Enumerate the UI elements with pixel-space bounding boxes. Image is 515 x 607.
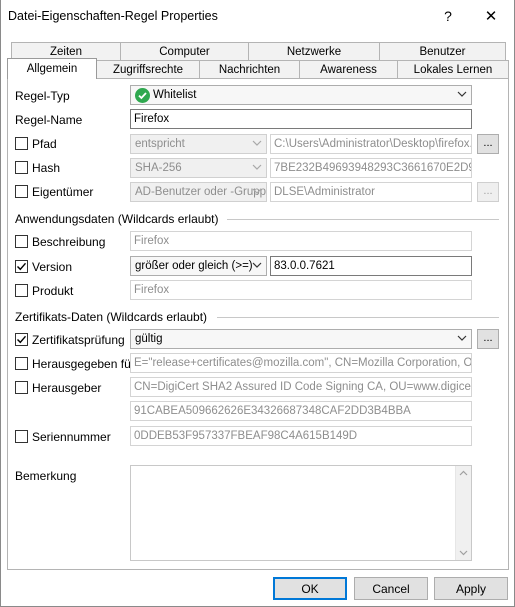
help-icon: ? bbox=[444, 8, 452, 24]
eigentuemer-input[interactable]: DLSE\Administrator bbox=[270, 182, 472, 202]
checkmark-icon bbox=[17, 335, 27, 344]
tab-awareness[interactable]: Awareness bbox=[299, 60, 398, 79]
pfad-label: Pfad bbox=[32, 137, 57, 151]
seriennummer-input[interactable]: 0DDEB53F957337FBEAF98C4A615B149D bbox=[130, 426, 472, 446]
tab-row-bottom: Allgemein Zugriffsrechte Nachrichten Awa… bbox=[7, 58, 509, 79]
ok-button[interactable]: OK bbox=[273, 577, 347, 600]
eigentuemer-checkbox[interactable] bbox=[15, 185, 28, 198]
hash-label: Hash bbox=[32, 161, 61, 175]
close-icon: ✕ bbox=[484, 8, 498, 25]
zertifikatspruefung-select[interactable]: gültig bbox=[130, 329, 472, 349]
eigentuemer-label: Eigentümer bbox=[32, 185, 94, 199]
version-operator-value: größer oder gleich (>=) bbox=[135, 260, 253, 272]
beschreibung-label: Beschreibung bbox=[32, 235, 106, 249]
tab-nachrichten[interactable]: Nachrichten bbox=[199, 60, 300, 79]
thumbprint-input[interactable]: 91CABEA509662626E34326687348CAF2DD3B4BBA bbox=[130, 401, 472, 421]
zertifikatspruefung-checkbox[interactable] bbox=[15, 333, 28, 346]
eigentuemer-type-select[interactable]: AD-Benutzer oder -Gruppe bbox=[130, 182, 267, 202]
beschreibung-input[interactable]: Firefox bbox=[130, 231, 472, 251]
tab-netzwerke[interactable]: Netzwerke bbox=[248, 42, 380, 61]
tab-lokales-lernen[interactable]: Lokales Lernen bbox=[397, 60, 509, 79]
window-title: Datei-Eigenschaften-Regel Properties bbox=[8, 9, 218, 23]
pfad-checkbox[interactable] bbox=[15, 137, 28, 150]
pfad-input[interactable]: C:\Users\Administrator\Desktop\firefox.e… bbox=[270, 134, 472, 154]
seriennummer-label: Seriennummer bbox=[32, 430, 111, 444]
zertifikatspruefung-value: gültig bbox=[135, 333, 163, 345]
bemerkung-textarea[interactable] bbox=[130, 465, 472, 561]
close-button[interactable]: ✕ bbox=[468, 0, 514, 32]
herausgeber-input[interactable]: CN=DigiCert SHA2 Assured ID Code Signing… bbox=[130, 377, 472, 397]
version-input[interactable]: 83.0.0.7621 bbox=[270, 256, 472, 276]
herausgeber-label: Herausgeber bbox=[32, 381, 102, 395]
check-circle-icon bbox=[135, 88, 150, 103]
properties-dialog: Datei-Eigenschaften-Regel Properties ? ✕… bbox=[0, 0, 515, 607]
seriennummer-checkbox[interactable] bbox=[15, 430, 28, 443]
version-label: Version bbox=[32, 260, 73, 274]
herausgegeben-fuer-input[interactable]: E="release+certificates@mozilla.com", CN… bbox=[130, 353, 472, 373]
regel-typ-label: Regel-Typ bbox=[15, 89, 70, 103]
hash-checkbox[interactable] bbox=[15, 161, 28, 174]
scroll-down-icon[interactable] bbox=[459, 550, 468, 556]
herausgegeben-fuer-checkbox[interactable] bbox=[15, 357, 28, 370]
regel-typ-select[interactable]: Whitelist bbox=[130, 85, 472, 105]
chevron-down-icon bbox=[252, 164, 262, 170]
help-button[interactable]: ? bbox=[425, 0, 471, 32]
cancel-button[interactable]: Cancel bbox=[354, 577, 428, 600]
chevron-down-icon bbox=[252, 262, 262, 268]
hash-algorithm-select[interactable]: SHA-256 bbox=[130, 158, 267, 178]
checkmark-icon bbox=[17, 262, 27, 271]
regel-name-input[interactable]: Firefox bbox=[130, 109, 472, 129]
tab-benutzer[interactable]: Benutzer bbox=[379, 42, 506, 61]
chevron-down-icon bbox=[252, 140, 262, 146]
produkt-label: Produkt bbox=[32, 284, 74, 298]
section-divider bbox=[217, 317, 499, 318]
zertifikat-header: Zertifikats-Daten (Wildcards erlaubt) bbox=[15, 310, 208, 324]
eigentuemer-type-value: AD-Benutzer oder -Gruppe bbox=[135, 186, 267, 198]
zertifikat-browse-button[interactable]: ... bbox=[477, 329, 499, 349]
produkt-input[interactable]: Firefox bbox=[130, 280, 472, 300]
hash-algorithm-value: SHA-256 bbox=[135, 162, 182, 174]
beschreibung-checkbox[interactable] bbox=[15, 235, 28, 248]
chevron-down-icon bbox=[457, 335, 467, 341]
tab-allgemein[interactable]: Allgemein bbox=[7, 58, 97, 79]
herausgegeben-fuer-label: Herausgegeben für bbox=[32, 357, 135, 371]
eigentuemer-browse-button[interactable]: ... bbox=[477, 182, 499, 202]
pfad-operator-select[interactable]: entspricht bbox=[130, 134, 267, 154]
zertifikatspruefung-label: Zertifikatsprüfung bbox=[32, 333, 125, 347]
regel-name-label: Regel-Name bbox=[15, 113, 83, 127]
produkt-checkbox[interactable] bbox=[15, 284, 28, 297]
scroll-up-icon[interactable] bbox=[459, 470, 468, 476]
apply-button[interactable]: Apply bbox=[434, 577, 508, 600]
regel-typ-value: Whitelist bbox=[153, 89, 197, 101]
version-operator-select[interactable]: größer oder gleich (>=) bbox=[130, 256, 267, 276]
chevron-down-icon bbox=[457, 91, 467, 97]
chevron-down-icon bbox=[252, 188, 262, 194]
herausgeber-checkbox[interactable] bbox=[15, 381, 28, 394]
hash-input[interactable]: 7BE232B49693948293C3661670E2D93B bbox=[270, 158, 472, 178]
section-divider bbox=[227, 219, 499, 220]
tab-computer[interactable]: Computer bbox=[120, 42, 249, 61]
pfad-browse-button[interactable]: ... bbox=[477, 134, 499, 154]
anwendungsdaten-header: Anwendungsdaten (Wildcards erlaubt) bbox=[15, 212, 219, 226]
bemerkung-label: Bemerkung bbox=[15, 469, 77, 483]
version-checkbox[interactable] bbox=[15, 260, 28, 273]
bemerkung-scrollbar[interactable] bbox=[455, 466, 471, 560]
pfad-operator-value: entspricht bbox=[135, 138, 185, 150]
tab-zugriffsrechte[interactable]: Zugriffsrechte bbox=[96, 60, 200, 79]
